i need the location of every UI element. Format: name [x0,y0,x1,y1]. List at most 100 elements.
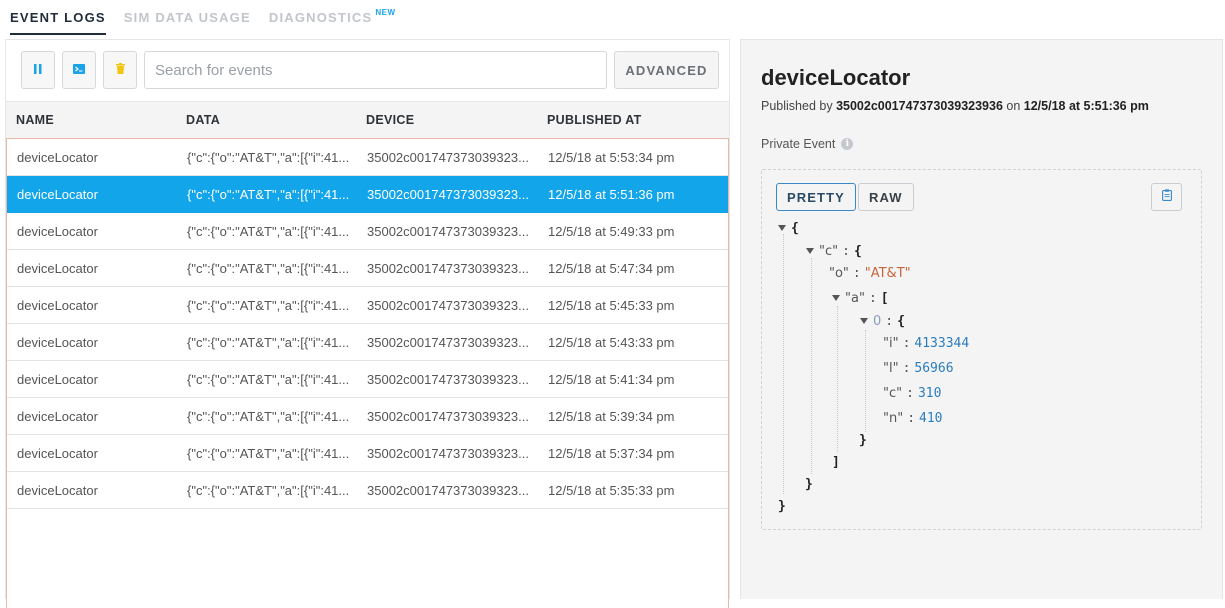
cell-device: 35002c001747373039323... [367,298,529,313]
terminal-icon [73,61,85,79]
json-node-0: 0:{ [860,313,905,331]
cell-device: 35002c001747373039323... [367,409,529,424]
json-close: } [778,499,786,514]
json-node-i: "i":4133344 [883,336,970,351]
published-time: 12/5/18 at 5:51:36 pm [1023,99,1149,113]
advanced-button[interactable]: ADVANCED [614,51,719,89]
cell-name: deviceLocator [17,261,98,276]
published-info: Published by 35002c001747373039323936 on… [761,98,1211,115]
json-close: } [805,477,813,492]
tab-diagnostics[interactable]: DIAGNOSTICS NEW [269,6,396,36]
cell-data: {"c":{"o":"AT&T","a":[{"i":41... [187,187,350,202]
cell-name: deviceLocator [17,372,98,387]
cell-published: 12/5/18 at 5:51:36 pm [548,187,675,202]
cell-device: 35002c001747373039323... [367,372,529,387]
published-device-id[interactable]: 35002c001747373039323936 [836,99,1003,113]
json-close: } [859,433,867,448]
cell-data: {"c":{"o":"AT&T","a":[{"i":41... [187,150,350,165]
indent-guide [811,258,812,474]
cell-name: deviceLocator [17,409,98,424]
json-node-n: "n":410 [883,411,943,426]
cell-name: deviceLocator [17,187,98,202]
copy-button[interactable] [1151,183,1182,211]
terminal-button[interactable] [62,51,96,89]
json-node-c: "c":{ [806,243,862,261]
cell-device: 35002c001747373039323... [367,446,529,461]
cell-published: 12/5/18 at 5:39:34 pm [548,409,675,424]
cell-data: {"c":{"o":"AT&T","a":[{"i":41... [187,224,350,239]
indent-guide [837,306,838,452]
cell-name: deviceLocator [17,483,98,498]
event-detail-panel: deviceLocator Published by 35002c0017473… [740,39,1223,599]
cell-device: 35002c001747373039323... [367,224,529,239]
json-node-a: "a":[ [832,290,889,308]
cell-published: 12/5/18 at 5:47:34 pm [548,261,675,276]
private-event-label: Private Event [761,137,836,151]
cell-published: 12/5/18 at 5:41:34 pm [548,372,675,387]
indent-guide [783,234,784,494]
pretty-button[interactable]: PRETTY [776,183,856,211]
cell-published: 12/5/18 at 5:45:33 pm [548,298,675,313]
new-badge: NEW [375,8,396,17]
cell-name: deviceLocator [17,298,98,313]
pause-icon [34,61,42,79]
clipboard-icon [1161,188,1172,206]
column-device-header[interactable]: DEVICE [366,113,414,127]
cell-data: {"c":{"o":"AT&T","a":[{"i":41... [187,483,350,498]
json-root: { [778,220,799,238]
json-node-o: "o": "AT&T" [829,266,911,281]
collapse-toggle[interactable] [860,317,868,324]
cell-name: deviceLocator [17,224,98,239]
table-row[interactable]: deviceLocator {"c":{"o":"AT&T","a":[{"i":… [7,472,728,509]
cell-device: 35002c001747373039323... [367,483,529,498]
tab-diagnostics-label: DIAGNOSTICS [268,10,373,25]
indent-guide [865,330,866,432]
table-row[interactable]: deviceLocator {"c":{"o":"AT&T","a":[{"i":… [7,324,728,361]
cell-published: 12/5/18 at 5:43:33 pm [548,335,675,350]
cell-published: 12/5/18 at 5:35:33 pm [548,483,675,498]
cell-device: 35002c001747373039323... [367,187,529,202]
cell-published: 12/5/18 at 5:49:33 pm [548,224,675,239]
collapse-toggle[interactable] [806,247,814,254]
table-row[interactable]: deviceLocator {"c":{"o":"AT&T","a":[{"i":… [7,398,728,435]
cell-data: {"c":{"o":"AT&T","a":[{"i":41... [187,335,350,350]
cell-data: {"c":{"o":"AT&T","a":[{"i":41... [187,372,350,387]
table-row[interactable]: deviceLocator {"c":{"o":"AT&T","a":[{"i":… [7,176,728,213]
event-table-body: deviceLocator {"c":{"o":"AT&T","a":[{"i":… [6,138,729,608]
event-toolbar: ADVANCED [21,51,719,91]
cell-device: 35002c001747373039323... [367,335,529,350]
cell-data: {"c":{"o":"AT&T","a":[{"i":41... [187,409,350,424]
table-row[interactable]: deviceLocator {"c":{"o":"AT&T","a":[{"i":… [7,361,728,398]
cell-data: {"c":{"o":"AT&T","a":[{"i":41... [187,261,350,276]
json-viewer: PRETTY RAW { "c":{ "o": "AT&T" "a":[ 0:{ … [761,169,1202,530]
cell-device: 35002c001747373039323... [367,150,529,165]
tab-sim-data-usage[interactable]: SIM DATA USAGE [124,6,251,36]
cell-published: 12/5/18 at 5:37:34 pm [548,446,675,461]
table-row[interactable]: deviceLocator {"c":{"o":"AT&T","a":[{"i":… [7,435,728,472]
clear-button[interactable] [103,51,137,89]
table-row[interactable]: deviceLocator {"c":{"o":"AT&T","a":[{"i":… [7,287,728,324]
collapse-toggle[interactable] [832,294,840,301]
event-title: deviceLocator [761,65,911,90]
cell-data: {"c":{"o":"AT&T","a":[{"i":41... [187,298,350,313]
cell-name: deviceLocator [17,446,98,461]
table-row[interactable]: deviceLocator {"c":{"o":"AT&T","a":[{"i":… [7,213,728,250]
pause-button[interactable] [21,51,55,89]
info-icon[interactable]: i [841,138,854,150]
cell-published: 12/5/18 at 5:53:34 pm [548,150,675,165]
cell-name: deviceLocator [17,335,98,350]
column-data-header[interactable]: DATA [186,113,220,127]
json-node-c2: "c":310 [883,386,942,401]
column-published-header[interactable]: PUBLISHED AT [547,113,642,127]
table-row[interactable]: deviceLocator {"c":{"o":"AT&T","a":[{"i":… [7,139,728,176]
cell-name: deviceLocator [17,150,98,165]
cell-device: 35002c001747373039323... [367,261,529,276]
column-name-header[interactable]: NAME [16,113,54,127]
search-input[interactable] [144,51,607,89]
raw-button[interactable]: RAW [858,183,914,211]
table-row[interactable]: deviceLocator {"c":{"o":"AT&T","a":[{"i":… [7,250,728,287]
tab-event-logs[interactable]: EVENT LOGS [10,6,106,36]
cell-data: {"c":{"o":"AT&T","a":[{"i":41... [187,446,350,461]
collapse-toggle[interactable] [778,224,786,231]
published-prefix: Published by [761,99,837,113]
